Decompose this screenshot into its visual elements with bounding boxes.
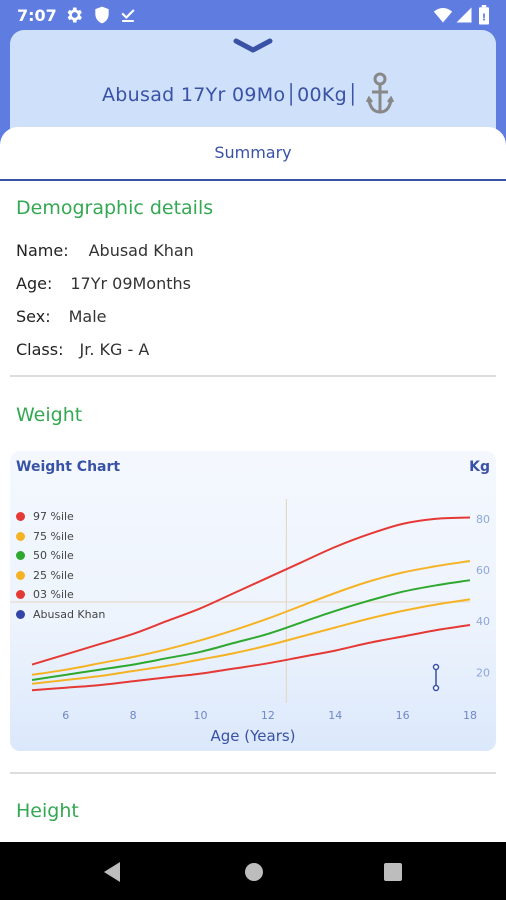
- name-label: Name:: [16, 241, 69, 260]
- home-icon[interactable]: [243, 861, 265, 883]
- settings-icon: [67, 7, 82, 23]
- age-value: 17Yr 09Months: [70, 274, 191, 293]
- recents-icon[interactable]: [384, 863, 402, 881]
- name-row: Name: Abusad Khan: [16, 241, 194, 260]
- status-time: 7:07: [17, 6, 57, 25]
- zoom-handle-top: [432, 663, 440, 671]
- summary-sheet: Summary Demographic details Name: Abusad …: [0, 127, 506, 842]
- battery-icon: !: [479, 5, 489, 25]
- series-line-3: [31, 598, 471, 685]
- sex-label: Sex:: [16, 307, 51, 326]
- class-label: Class:: [16, 340, 64, 359]
- age-label: Age:: [16, 274, 53, 293]
- patient-summary: Abusad 17Yr 09Mo│00Kg│: [102, 84, 359, 106]
- class-row: Class: Jr. KG - A: [16, 340, 149, 359]
- name-value: Abusad Khan: [88, 241, 194, 260]
- y-tick-label: 60: [476, 564, 490, 577]
- wifi-icon: [433, 8, 453, 23]
- age-row: Age: 17Yr 09Months: [16, 274, 191, 293]
- tab-summary[interactable]: Summary: [0, 127, 506, 181]
- back-icon[interactable]: [102, 861, 122, 883]
- x-tick-label: 10: [193, 709, 207, 722]
- chevron-down-icon[interactable]: [233, 38, 273, 54]
- weight-title: Weight: [16, 404, 83, 426]
- x-tick-label: 16: [396, 709, 410, 722]
- demographics-title: Demographic details: [16, 197, 214, 219]
- sex-row: Sex: Male: [16, 307, 106, 326]
- y-tick-label: 40: [476, 615, 490, 628]
- series-line-4: [31, 624, 471, 692]
- navigation-bar: [0, 842, 506, 900]
- x-tick-label: 8: [130, 709, 137, 722]
- x-axis-label: Age (Years): [210, 727, 296, 745]
- height-title: Height: [16, 800, 79, 822]
- section-divider: [10, 772, 496, 774]
- anchor-icon[interactable]: [366, 72, 394, 116]
- svg-text:!: !: [482, 12, 487, 23]
- class-value: Jr. KG - A: [79, 340, 150, 359]
- zoom-handle-bottom: [432, 684, 440, 692]
- x-tick-label: 6: [62, 709, 69, 722]
- y-tick-label: 80: [476, 513, 490, 526]
- series-line-1: [31, 560, 471, 676]
- x-tick-label: 12: [261, 709, 275, 722]
- x-tick-label: 14: [328, 709, 342, 722]
- x-tick-label: 18: [463, 709, 477, 722]
- status-bar: 7:07 !: [0, 0, 506, 30]
- sex-value: Male: [68, 307, 107, 326]
- shield-icon: [95, 6, 109, 24]
- chart-plot[interactable]: 6 8 10 12 14 16 18 20 40 60 80: [10, 451, 496, 751]
- section-divider: [10, 375, 496, 377]
- weight-chart[interactable]: Weight Chart Kg 97 %ile 75 %ile 50 %ile …: [10, 451, 496, 751]
- signal-icon: [456, 7, 472, 23]
- download-done-icon: [121, 9, 135, 22]
- y-tick-label: 20: [476, 666, 490, 679]
